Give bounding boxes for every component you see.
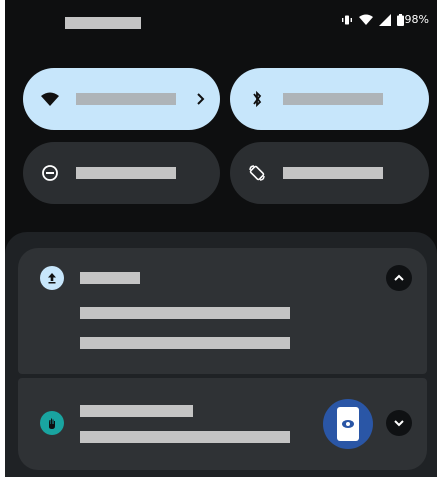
notification-text-line-placeholder <box>80 307 290 319</box>
notification-text-line-placeholder <box>80 431 290 443</box>
notification-thumbnail[interactable] <box>323 399 373 449</box>
collapse-notification-button[interactable] <box>386 265 412 291</box>
quick-tile-do-not-disturb[interactable] <box>23 142 220 204</box>
quick-tile-label-placeholder <box>76 167 176 179</box>
chevron-up-icon <box>394 274 404 281</box>
panel-bottom-edge <box>5 471 437 477</box>
quick-tile-label-placeholder <box>283 167 383 179</box>
quick-tile-wifi[interactable] <box>23 68 220 130</box>
chevron-right-icon[interactable] <box>195 90 207 108</box>
app-badge-icon <box>40 411 64 435</box>
status-bar-time-placeholder <box>65 17 141 29</box>
notification-text-line-placeholder <box>80 337 290 349</box>
quick-tile-bluetooth[interactable] <box>230 68 429 130</box>
status-bar-icons: 98% <box>341 13 429 26</box>
phone-eye-icon <box>337 407 359 441</box>
cellular-signal-icon <box>378 13 391 26</box>
wifi-icon <box>41 92 59 106</box>
chevron-down-icon <box>394 420 404 427</box>
battery-icon <box>396 13 404 26</box>
quick-tile-label-placeholder <box>283 93 383 105</box>
auto-rotate-icon <box>249 165 265 181</box>
upload-icon <box>40 266 64 290</box>
battery-percentage: 98% <box>404 13 429 26</box>
quick-tile-auto-rotate[interactable] <box>230 142 429 204</box>
android-notification-shade: 98% <box>5 0 437 477</box>
vibrate-icon <box>341 15 352 24</box>
expand-notification-button[interactable] <box>386 410 412 436</box>
notification-app-name-placeholder <box>80 272 140 284</box>
notification-title-placeholder <box>80 405 193 417</box>
wifi-icon <box>358 14 373 25</box>
bluetooth-icon <box>253 90 262 108</box>
quick-tile-label-placeholder <box>76 93 176 105</box>
do-not-disturb-icon <box>42 165 58 181</box>
